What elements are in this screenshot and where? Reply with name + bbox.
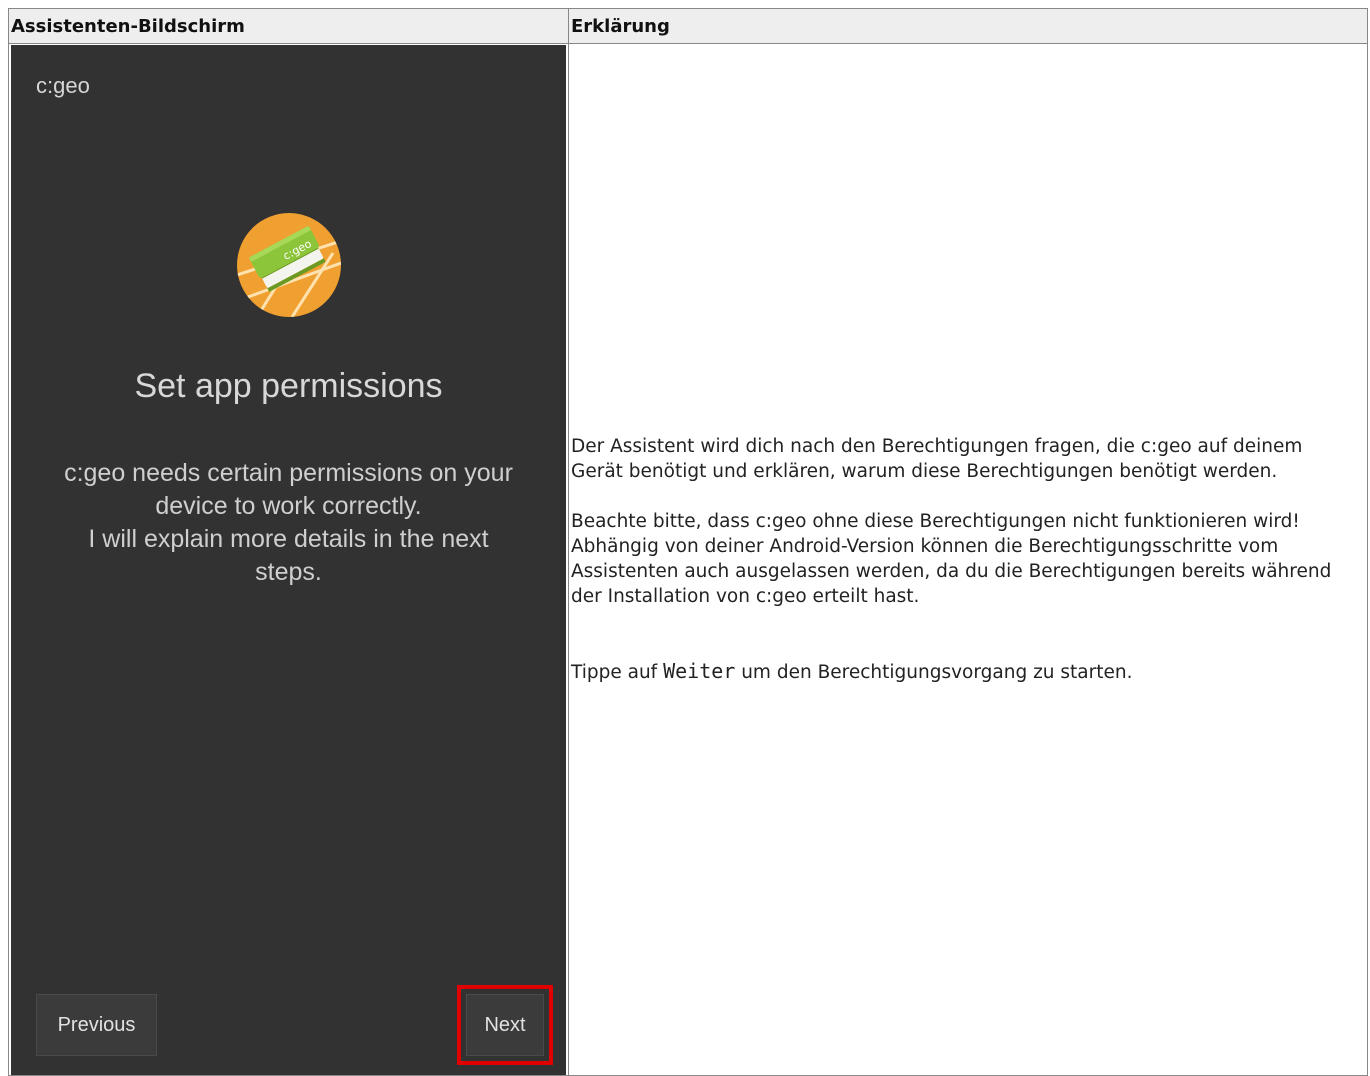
explanation-paragraph-1: Der Assistent wird dich nach den Berecht…	[571, 436, 1303, 482]
wizard-description: c:geo needs certain permissions on your …	[21, 457, 556, 589]
app-title: c:geo	[36, 73, 90, 98]
screen-cell: c:geo c:geo Set app permissions c:geo ne…	[8, 43, 569, 1076]
explanation-cell: Der Assistent wird dich nach den Berecht…	[568, 43, 1368, 1076]
explanation-paragraph-2b: Abhängig von deiner Android-Version könn…	[571, 536, 1332, 607]
cgeo-logo-icon: c:geo	[237, 213, 341, 317]
explanation-text: Der Assistent wird dich nach den Berecht…	[569, 434, 1367, 685]
header-screen: Assistenten-Bildschirm	[8, 8, 569, 44]
wizard-description-line: I will explain more details in the next	[88, 525, 489, 553]
previous-button[interactable]: Previous	[36, 994, 157, 1056]
next-button-highlight	[457, 985, 553, 1065]
table-header-row: Assistenten-Bildschirm Erklärung	[8, 8, 1368, 44]
explanation-paragraph-3: Tippe auf Weiter um den Berechtigungsvor…	[571, 659, 1357, 685]
wizard-description-line: c:geo needs certain permissions on your	[64, 459, 513, 487]
wizard-title: Set app permissions	[134, 367, 443, 405]
explanation-text-after: um den Berechtigungsvorgang zu starten.	[735, 662, 1133, 683]
weiter-code-label: Weiter	[663, 659, 736, 683]
wizard-doc-table: Assistenten-Bildschirm Erklärung c:geo c…	[8, 8, 1368, 1076]
explanation-text-before: Tippe auf	[571, 662, 664, 683]
wizard-description-line: steps.	[255, 558, 322, 586]
header-explanation: Erklärung	[568, 8, 1368, 44]
explanation-paragraph-2a: Beachte bitte, dass c:geo ohne diese Ber…	[571, 511, 1300, 532]
wizard-screenshot: c:geo c:geo Set app permissions c:geo ne…	[11, 45, 566, 1075]
table-row: c:geo c:geo Set app permissions c:geo ne…	[8, 43, 1368, 1076]
wizard-description-line: device to work correctly.	[155, 492, 422, 520]
